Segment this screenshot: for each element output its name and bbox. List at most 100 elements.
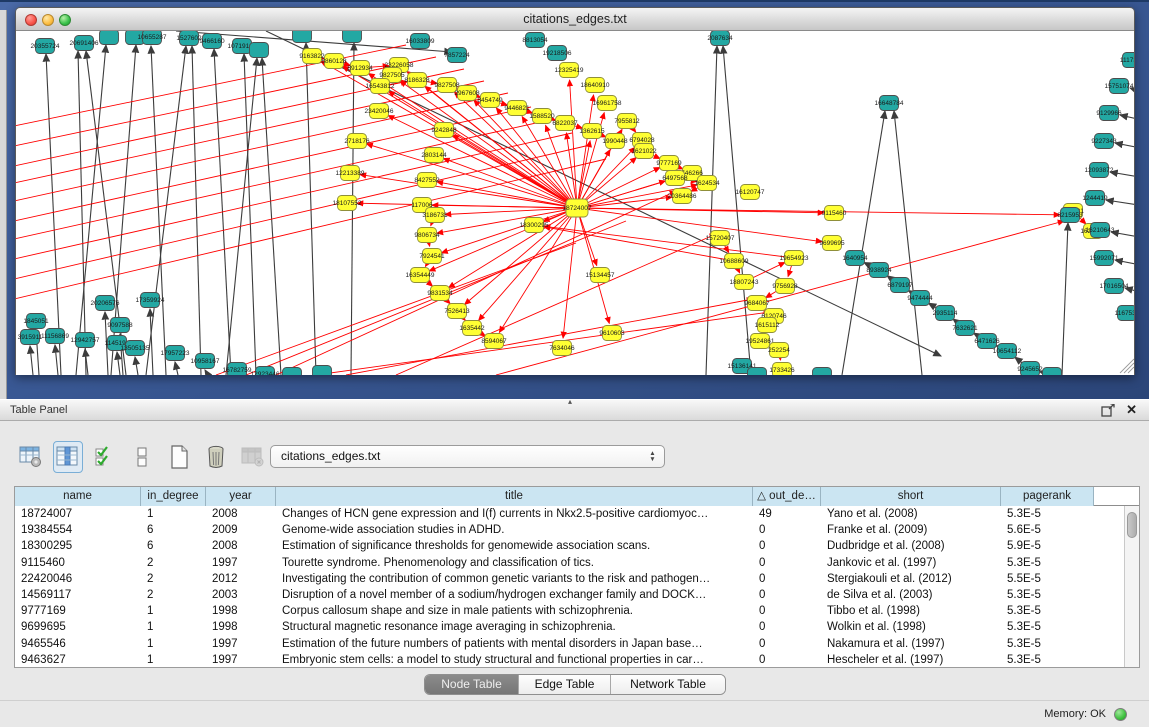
table-cell: Hescheler et al. (1997) bbox=[821, 652, 1001, 668]
row-height-button[interactable] bbox=[127, 441, 157, 473]
delete-table-button[interactable] bbox=[238, 441, 268, 473]
graph-node-label: 19218506 bbox=[543, 50, 572, 57]
network-view[interactable]: 1872400791638228860128891293423226058982… bbox=[16, 31, 1134, 375]
graph-node-label: 16120747 bbox=[736, 189, 765, 196]
graph-node[interactable] bbox=[293, 31, 312, 43]
graph-node-label: 9242848 bbox=[431, 127, 457, 134]
table-row[interactable]: 1830029562008Estimation of significance … bbox=[15, 538, 1139, 554]
table-cell: Dudbridge et al. (2008) bbox=[821, 538, 1001, 554]
table-row[interactable]: 2242004622012Investigating the contribut… bbox=[15, 571, 1139, 587]
table-panel: ▴ Table Panel ✕ bbox=[0, 399, 1149, 727]
graph-node-label: 9129966 bbox=[1096, 110, 1122, 117]
graph-node-label: 1624534 bbox=[694, 180, 720, 187]
graph-node-label: 9684067 bbox=[744, 300, 770, 307]
network-window[interactable]: citations_edges.txt 18724007916382288601… bbox=[15, 7, 1135, 375]
table-cell: Embryonic stem cells: a model to study s… bbox=[276, 652, 753, 668]
network-desktop: citations_edges.txt 18724007916382288601… bbox=[0, 0, 1149, 399]
table-row[interactable]: 1456911722003Disruption of a novel membe… bbox=[15, 587, 1139, 603]
column-header-year[interactable]: year bbox=[206, 487, 276, 506]
table-cell: Disruption of a novel member of a sodium… bbox=[276, 587, 753, 603]
table-cell: 1 bbox=[141, 603, 206, 619]
table-cell: Stergiakouli et al. (2012) bbox=[821, 571, 1001, 587]
table-mode-button[interactable] bbox=[16, 441, 46, 473]
graph-node-label: 8860128 bbox=[321, 58, 347, 65]
table-cell: 0 bbox=[753, 587, 821, 603]
graph-node-label: 6879197 bbox=[887, 282, 913, 289]
graph-node-label: 16648784 bbox=[875, 100, 904, 107]
table-row[interactable]: 946362711997Embryonic stem cells: a mode… bbox=[15, 652, 1139, 668]
table-cell: 1 bbox=[141, 652, 206, 668]
graph-node-label: 8454749 bbox=[477, 97, 503, 104]
column-header-name[interactable]: name bbox=[15, 487, 141, 506]
column-header-in_degree[interactable]: in_degree bbox=[141, 487, 206, 506]
table-row[interactable]: 911546021997Tourette syndrome. Phenomeno… bbox=[15, 555, 1139, 571]
float-panel-icon[interactable] bbox=[1101, 404, 1115, 417]
graph-node[interactable] bbox=[748, 368, 767, 376]
show-column-button[interactable] bbox=[53, 441, 83, 473]
table-cell: 9777169 bbox=[15, 603, 141, 619]
tab-network-table[interactable]: Network Table bbox=[611, 675, 725, 694]
table-cell: 49 bbox=[753, 506, 821, 522]
table-row[interactable]: 969969511998Structural magnetic resonanc… bbox=[15, 619, 1139, 635]
vertical-scrollbar[interactable] bbox=[1124, 506, 1139, 667]
graph-node-label: 9777169 bbox=[656, 160, 682, 167]
table-cell: Structural magnetic resonance image aver… bbox=[276, 619, 753, 635]
graph-node[interactable] bbox=[250, 43, 269, 58]
graph-node-label: 1621022 bbox=[631, 148, 657, 155]
table-panel-title: Table Panel bbox=[10, 400, 68, 421]
graph-node-label: 1990448 bbox=[602, 138, 628, 145]
close-panel-icon[interactable]: ✕ bbox=[1126, 402, 1137, 418]
scrollbar-thumb[interactable] bbox=[1127, 512, 1137, 538]
tab-node-table[interactable]: Node Table bbox=[425, 675, 519, 694]
table-type-tabs: Node TableEdge TableNetwork Table bbox=[424, 674, 726, 695]
splitter-grip-icon[interactable]: ▴ bbox=[568, 397, 572, 406]
new-column-button[interactable] bbox=[164, 441, 194, 473]
graph-node-label: 9610603 bbox=[599, 330, 625, 337]
graph-node-label: 10655287 bbox=[138, 34, 167, 41]
graph-node-label: 10958167 bbox=[191, 358, 220, 365]
tab-edge-table[interactable]: Edge Table bbox=[519, 675, 611, 694]
graph-node-label: 7526413 bbox=[444, 308, 470, 315]
table-select-dropdown[interactable]: citations_edges.txt ▲▼ bbox=[270, 445, 665, 468]
table-row[interactable]: 946554611997Estimation of the future num… bbox=[15, 636, 1139, 652]
graph-node[interactable] bbox=[313, 366, 332, 376]
column-header-out_de[interactable]: △ out_de… bbox=[753, 487, 821, 506]
graph-node-label: 16543812 bbox=[366, 83, 395, 90]
graph-node-label: 20691406 bbox=[70, 40, 99, 47]
graph-node-label: 10654112 bbox=[993, 348, 1022, 355]
graph-node-label: 15992071 bbox=[1090, 255, 1119, 262]
graph-node-label: 2087634 bbox=[707, 35, 733, 42]
graph-node-label: 8215953 bbox=[1057, 212, 1083, 219]
graph-node-label: 9806734 bbox=[414, 232, 440, 239]
delete-column-button[interactable] bbox=[201, 441, 231, 473]
select-rows-button[interactable] bbox=[90, 441, 120, 473]
table-cell: 5.3E-5 bbox=[1001, 587, 1094, 603]
graph-node[interactable] bbox=[343, 31, 362, 43]
graph-node[interactable] bbox=[100, 31, 119, 45]
graph-node-label: 7955812 bbox=[614, 118, 640, 125]
memory-status-icon[interactable] bbox=[1114, 708, 1127, 721]
graph-node-label: 18300295 bbox=[520, 222, 549, 229]
graph-node-label: 12325419 bbox=[555, 67, 584, 74]
memory-status-label: Memory: OK bbox=[1044, 708, 1106, 720]
graph-node[interactable] bbox=[813, 368, 832, 376]
graph-node-label: 8938924 bbox=[866, 267, 892, 274]
table-row[interactable]: 1872400712008Changes of HCN gene express… bbox=[15, 506, 1139, 522]
graph-node-label: 9227343 bbox=[1091, 138, 1117, 145]
graph-node-label: 2967608 bbox=[454, 90, 480, 97]
graph-node-label: 17016504 bbox=[1100, 283, 1129, 290]
column-header-short[interactable]: short bbox=[821, 487, 1001, 506]
graph-node-label: 10688609 bbox=[720, 258, 749, 265]
graph-node-label: 13505135 bbox=[121, 345, 150, 352]
graph-node-label: 6822037 bbox=[552, 120, 578, 127]
table-cell: 19384554 bbox=[15, 522, 141, 538]
graph-node[interactable] bbox=[1043, 368, 1062, 376]
column-header-title[interactable]: title bbox=[276, 487, 753, 506]
graph-node-label: 16210643 bbox=[1086, 227, 1115, 234]
table-cell: 1 bbox=[141, 619, 206, 635]
table-row[interactable]: 977716911998Corpus callosum shape and si… bbox=[15, 603, 1139, 619]
table-row[interactable]: 1938455462009Genome-wide association stu… bbox=[15, 522, 1139, 538]
column-header-pagerank[interactable]: pagerank bbox=[1001, 487, 1094, 506]
window-titlebar[interactable]: citations_edges.txt bbox=[16, 8, 1134, 31]
graph-node[interactable] bbox=[283, 368, 302, 376]
